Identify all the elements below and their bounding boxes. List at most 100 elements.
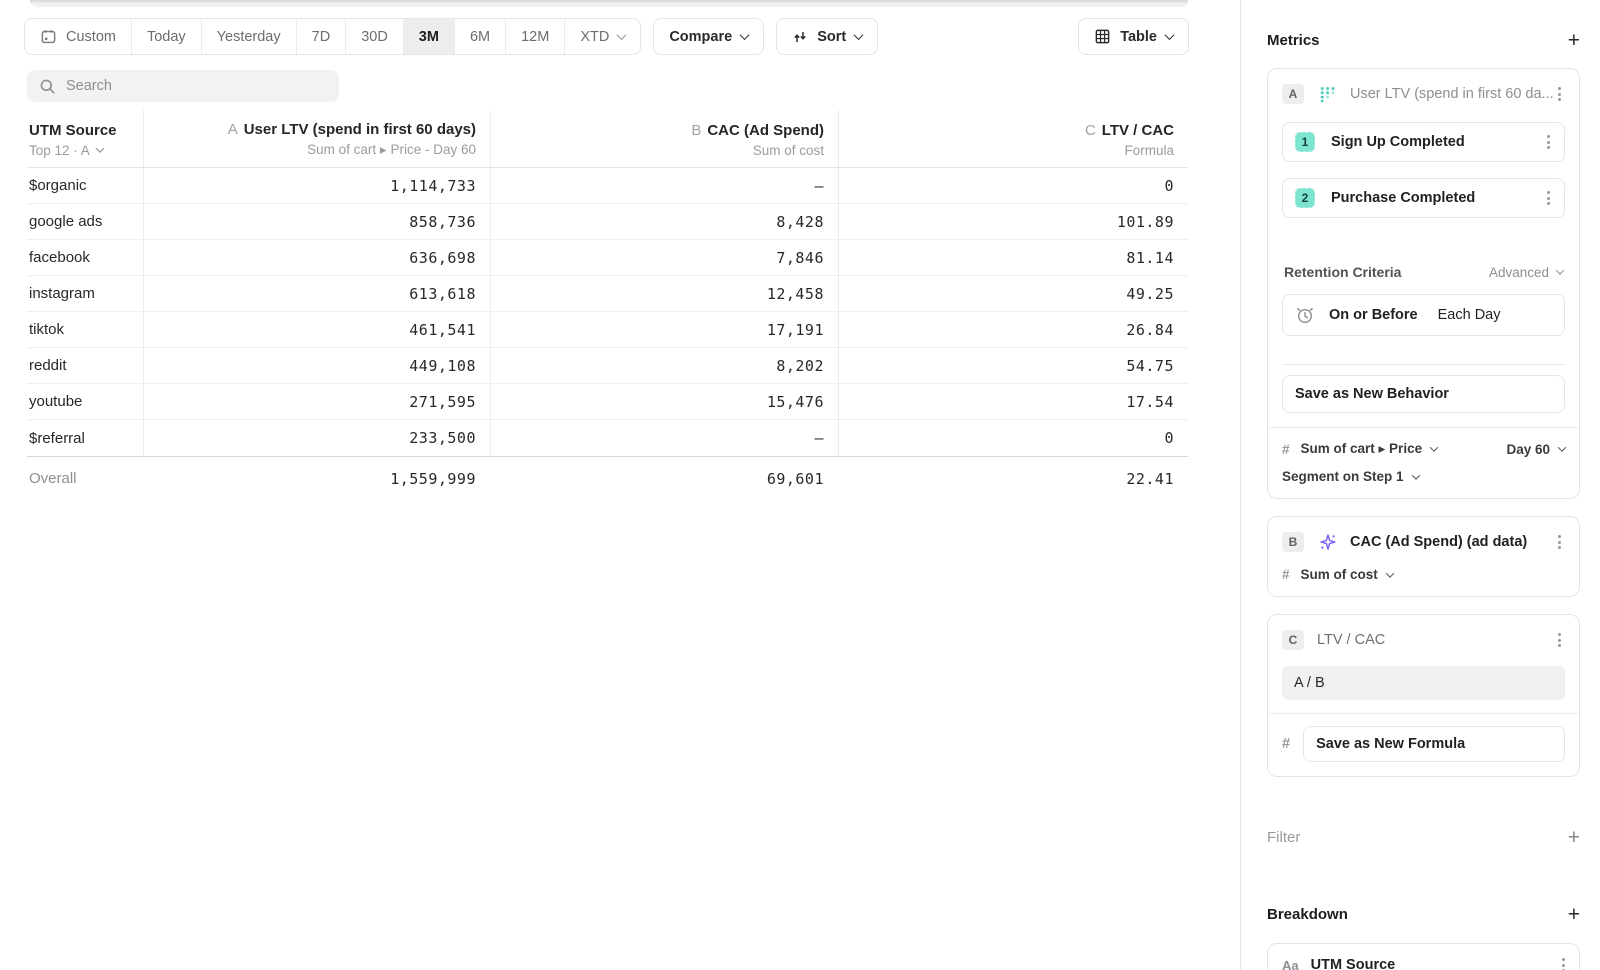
search-input[interactable] [66,78,327,94]
overall-value-c: 22.41 [838,457,1188,500]
row-source: google ads [27,204,143,239]
retention-criteria-label: Retention Criteria [1284,264,1401,280]
metric-c-footer: # Save as New Formula [1268,713,1579,762]
series-badge-b: B [1282,532,1304,552]
breakdown-kebab-menu[interactable] [1558,954,1569,970]
formula-input[interactable]: A / B [1282,666,1565,700]
retention-criteria-row: Retention Criteria Advanced [1282,264,1565,280]
date-range-xtd[interactable]: XTD [564,19,640,54]
metric-c-kebab-menu[interactable] [1554,629,1565,651]
date-range-today[interactable]: Today [131,19,201,54]
series-letter: C [1085,122,1096,139]
metric-b-header[interactable]: B CAC (Ad Spend) (ad data) [1282,529,1565,555]
sum-of-cost-dropdown[interactable]: Sum of cost [1301,567,1393,582]
segment-row[interactable]: Segment on Step 1 [1282,469,1565,484]
breakdown-item-label: UTM Source [1311,957,1558,970]
date-range-3m-selected[interactable]: 3M [403,19,454,54]
advanced-dropdown[interactable]: Advanced [1489,265,1563,280]
column-title: UTM Source [29,122,117,139]
breakdown-item-utm-source[interactable]: Aa UTM Source [1267,943,1580,970]
step-2-kebab-menu[interactable] [1543,187,1554,209]
header-metric-c: CLTV / CAC Formula [838,110,1188,167]
breakdown-title: Breakdown [1267,906,1348,923]
retention-timing-selector[interactable]: On or Before Each Day [1282,294,1565,336]
table-row[interactable]: tiktok 461,541 17,191 26.84 [27,312,1188,348]
timing-secondary: Each Day [1438,307,1501,323]
row-source: facebook [27,240,143,275]
numeric-property-icon: # [1282,736,1290,752]
metric-a-title: User LTV (spend in first 60 da... [1350,86,1554,102]
add-filter-button[interactable]: + [1568,827,1580,848]
header-metric-a: AUser LTV (spend in first 60 days) Sum o… [143,110,490,167]
row-value-b: 8,202 [490,348,838,383]
step-1-sign-up-completed[interactable]: 1 Sign Up Completed [1282,122,1565,162]
row-value-c: 81.14 [838,240,1188,275]
step-1-kebab-menu[interactable] [1543,131,1554,153]
step-number-badge: 2 [1295,188,1315,208]
table-row[interactable]: instagram 613,618 12,458 49.25 [27,276,1188,312]
table-row[interactable]: $referral 233,500 – 0 [27,420,1188,456]
sort-button[interactable]: Sort [776,18,878,55]
overall-value-a: 1,559,999 [143,457,490,500]
chevron-down-icon [854,30,864,40]
compare-button[interactable]: Compare [653,18,764,55]
metric-card-a: A User LTV (spend in first 60 da... 1 Si… [1267,68,1580,499]
row-value-c: 26.84 [838,312,1188,347]
table-row[interactable]: $organic 1,114,733 – 0 [27,168,1188,204]
metric-c-header[interactable]: C LTV / CAC [1282,627,1565,653]
row-value-b: 15,476 [490,384,838,419]
table-row[interactable]: reddit 449,108 8,202 54.75 [27,348,1188,384]
row-value-c: 17.54 [838,384,1188,419]
metric-a-footer: # Sum of cart ▸ Price Day 60 Segment on … [1268,427,1579,484]
table-row[interactable]: google ads 858,736 8,428 101.89 [27,204,1188,240]
column-title: User LTV (spend in first 60 days) [244,121,476,138]
series-badge-c: C [1282,630,1304,650]
row-source: reddit [27,348,143,383]
filter-section-header: Filter + [1267,827,1580,848]
measure-dropdown[interactable]: Sum of cart ▸ Price [1301,441,1438,457]
series-letter: B [691,122,701,139]
row-source: tiktok [27,312,143,347]
table-row[interactable]: youtube 271,595 15,476 17.54 [27,384,1188,420]
add-metric-button[interactable]: + [1568,30,1580,51]
date-range-custom[interactable]: Custom [25,19,131,54]
table-overall-row: Overall 1,559,999 69,601 22.41 [27,456,1188,500]
results-table: UTM Source Top 12 · A A User LTV (spend i… [27,110,1188,500]
date-range-12m[interactable]: 12M [505,19,564,54]
add-breakdown-button[interactable]: + [1568,904,1580,925]
day-window-dropdown[interactable]: Day 60 [1506,442,1565,457]
filter-title: Filter [1267,829,1300,846]
row-source: instagram [27,276,143,311]
save-as-new-behavior-button[interactable]: Save as New Behavior [1282,375,1565,413]
row-value-b: – [490,168,838,203]
row-value-a: 271,595 [143,384,490,419]
step-2-purchase-completed[interactable]: 2 Purchase Completed [1282,178,1565,218]
column-title: LTV / CAC [1102,122,1174,139]
date-range-30d[interactable]: 30D [345,19,403,54]
save-as-new-formula-button[interactable]: Save as New Formula [1303,726,1565,762]
chevron-down-icon [1558,443,1566,451]
metric-a-kebab-menu[interactable] [1554,83,1565,105]
search-bar[interactable] [27,70,339,102]
dot-funnel-icon [1319,85,1337,103]
metric-b-kebab-menu[interactable] [1554,531,1565,553]
top-n-dropdown[interactable]: Top 12 · A [29,143,103,158]
row-value-c: 49.25 [838,276,1188,311]
date-range-7d[interactable]: 7D [296,19,346,54]
date-range-segmented-control: Custom Today Yesterday 7D 30D 3M 6M 12M … [24,18,641,55]
view-type-table-button[interactable]: Table [1078,18,1189,55]
metric-a-header[interactable]: A User LTV (spend in first 60 da... [1282,81,1565,107]
date-range-yesterday[interactable]: Yesterday [201,19,296,54]
date-range-6m[interactable]: 6M [454,19,505,54]
table-row[interactable]: facebook 636,698 7,846 81.14 [27,240,1188,276]
series-letter: A [228,121,238,138]
row-value-c: 54.75 [838,348,1188,383]
row-value-b: 7,846 [490,240,838,275]
query-builder-sidebar: Metrics + A User LTV (spend in first 60 … [1240,0,1600,970]
metrics-section-header: Metrics + [1267,30,1580,51]
step-label: Sign Up Completed [1331,134,1543,150]
row-value-b: 17,191 [490,312,838,347]
timing-primary: On or Before [1329,307,1418,323]
header-utm-source: UTM Source Top 12 · A [27,110,143,167]
series-badge-a: A [1282,84,1304,104]
